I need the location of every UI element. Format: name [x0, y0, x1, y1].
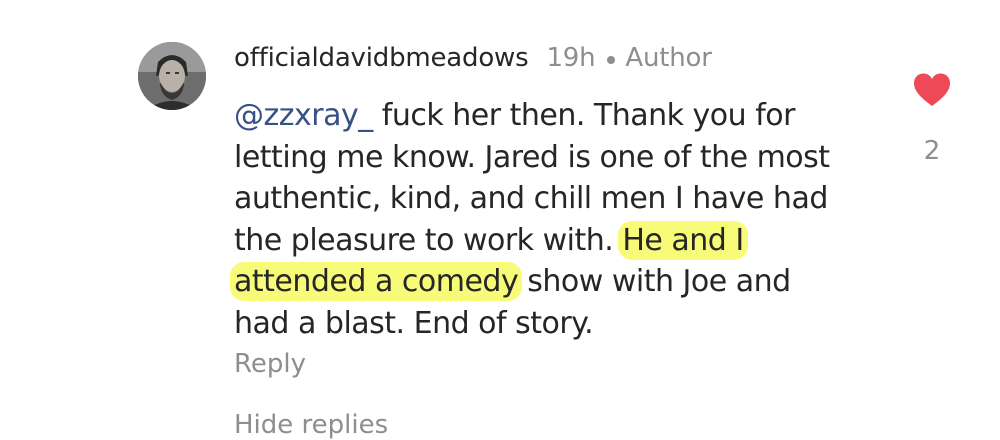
comment-text-segment: fuck her then. Thank you for — [372, 98, 796, 133]
timestamp: 19h — [546, 43, 596, 73]
heart-filled-icon[interactable] — [912, 72, 952, 108]
username-link[interactable]: officialdavidbmeadows — [234, 43, 529, 73]
comment-line: attended a comedy show with Joe and — [230, 261, 874, 303]
comment-line: had a blast. End of story. — [234, 305, 594, 341]
highlighted-text: He and I — [618, 220, 748, 260]
avatar[interactable] — [138, 42, 206, 110]
like-column: 2 — [908, 72, 956, 166]
like-count: 2 — [923, 136, 941, 166]
comment-line: @zzxray_ fuck her then. Thank you for — [234, 95, 874, 137]
hide-replies-button[interactable]: Hide replies — [234, 410, 388, 440]
comment-line: authentic, kind, and chill men I have ha… — [234, 181, 828, 216]
comment: officialdavidbmeadows 19h Author @zzxray… — [0, 0, 1000, 440]
avatar-photo — [138, 42, 206, 110]
comment-line: the pleasure to work with. He and I — [234, 220, 874, 262]
separator-dot — [607, 56, 616, 64]
highlighted-text: attended a comedy — [230, 262, 523, 301]
author-badge: Author — [625, 43, 712, 73]
comment-text-segment: the pleasure to work with. — [234, 222, 623, 258]
reply-button[interactable]: Reply — [234, 349, 306, 379]
comment-text: @zzxray_ fuck her then. Thank you for le… — [230, 95, 874, 344]
comment-line: letting me know. Jared is one of the mos… — [234, 139, 830, 175]
comment-header: officialdavidbmeadows 19h Author — [234, 40, 712, 76]
mention-link[interactable]: @zzxray_ — [234, 98, 373, 133]
comment-text-segment: show with Joe and — [518, 264, 791, 299]
